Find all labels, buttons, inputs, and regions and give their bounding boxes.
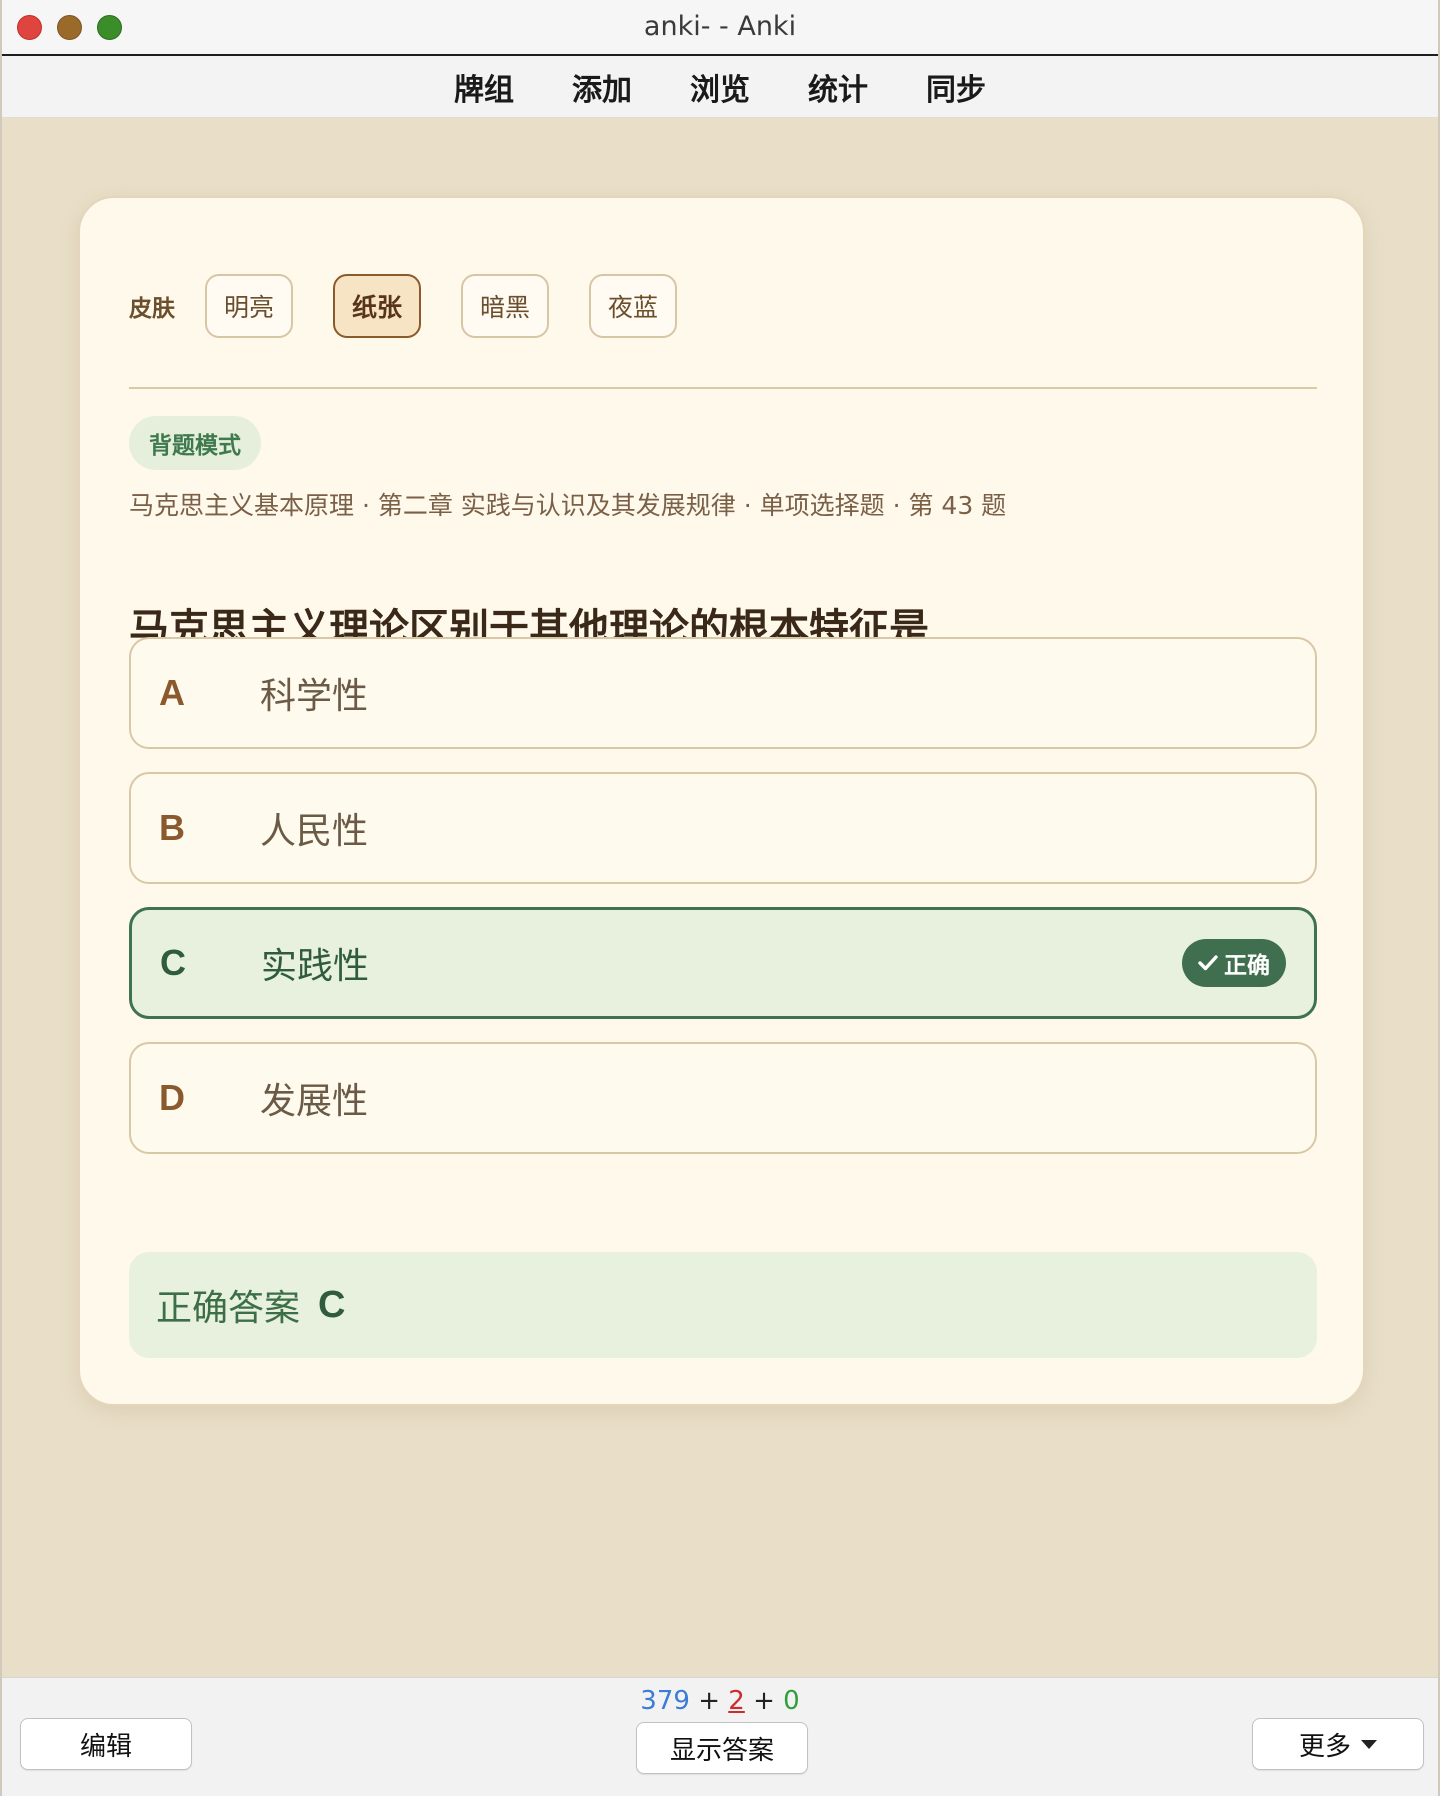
answer-box: 正确答案 C xyxy=(129,1252,1317,1358)
breadcrumb: 马克思主义基本原理 · 第二章 实践与认识及其发展规律 · 单项选择题 · 第 … xyxy=(129,491,1007,520)
new-count: 379 xyxy=(640,1686,690,1716)
option-letter: D xyxy=(159,1077,185,1118)
option-text: 发展性 xyxy=(260,1081,369,1122)
nav-add[interactable]: 添加 xyxy=(543,65,661,109)
more-button[interactable]: 更多 xyxy=(1252,1718,1424,1770)
bottom-bar: 379 + 2 + 0 编辑 显示答案 更多 xyxy=(2,1677,1438,1796)
divider xyxy=(129,387,1317,389)
review-count: 0 xyxy=(783,1686,800,1716)
option-b[interactable]: B 人民性 xyxy=(129,772,1317,884)
nav-stats[interactable]: 统计 xyxy=(779,65,897,109)
count-separator: + xyxy=(698,1686,720,1716)
option-a[interactable]: A 科学性 xyxy=(129,637,1317,749)
edit-button[interactable]: 编辑 xyxy=(20,1718,192,1770)
check-icon xyxy=(1198,955,1218,971)
option-letter: A xyxy=(159,672,185,713)
review-card: 皮肤 明亮 纸张 暗黑 夜蓝 背题模式 马克思主义基本原理 · 第二章 实践与认… xyxy=(78,196,1365,1406)
mode-badge: 背题模式 xyxy=(129,416,261,470)
option-letter: B xyxy=(159,807,185,848)
anki-window: anki- - Anki 牌组 添加 浏览 统计 同步 皮肤 明亮 纸张 暗黑 … xyxy=(0,0,1440,1796)
option-text: 实践性 xyxy=(261,946,370,987)
title-bar: anki- - Anki xyxy=(2,0,1438,56)
nav-decks[interactable]: 牌组 xyxy=(425,65,543,109)
learn-count: 2 xyxy=(728,1686,745,1716)
skin-button-paper[interactable]: 纸张 xyxy=(333,274,421,338)
skin-button-dark[interactable]: 暗黑 xyxy=(461,274,549,338)
show-answer-button[interactable]: 显示答案 xyxy=(636,1722,808,1774)
count-separator: + xyxy=(753,1686,775,1716)
skin-label: 皮肤 xyxy=(129,296,175,322)
chevron-down-icon xyxy=(1361,1739,1377,1749)
option-d[interactable]: D 发展性 xyxy=(129,1042,1317,1154)
nav-sync[interactable]: 同步 xyxy=(897,65,1015,109)
answer-label: 正确答案 xyxy=(156,1288,301,1329)
correct-badge: 正确 xyxy=(1182,939,1286,987)
option-c[interactable]: C 实践性 正确 xyxy=(129,907,1317,1019)
more-button-label: 更多 xyxy=(1298,1731,1351,1762)
due-counts: 379 + 2 + 0 xyxy=(2,1686,1438,1716)
option-text: 人民性 xyxy=(260,811,369,852)
answer-value: C xyxy=(318,1283,346,1326)
skin-button-light[interactable]: 明亮 xyxy=(205,274,293,338)
skin-selector: 皮肤 明亮 纸张 暗黑 夜蓝 xyxy=(129,274,717,338)
option-text: 科学性 xyxy=(260,676,369,717)
skin-button-night-blue[interactable]: 夜蓝 xyxy=(589,274,677,338)
option-letter: C xyxy=(160,942,186,983)
window-title: anki- - Anki xyxy=(643,11,797,42)
nav-browse[interactable]: 浏览 xyxy=(661,65,779,109)
top-nav: 牌组 添加 浏览 统计 同步 xyxy=(2,56,1438,118)
correct-badge-label: 正确 xyxy=(1224,953,1270,979)
